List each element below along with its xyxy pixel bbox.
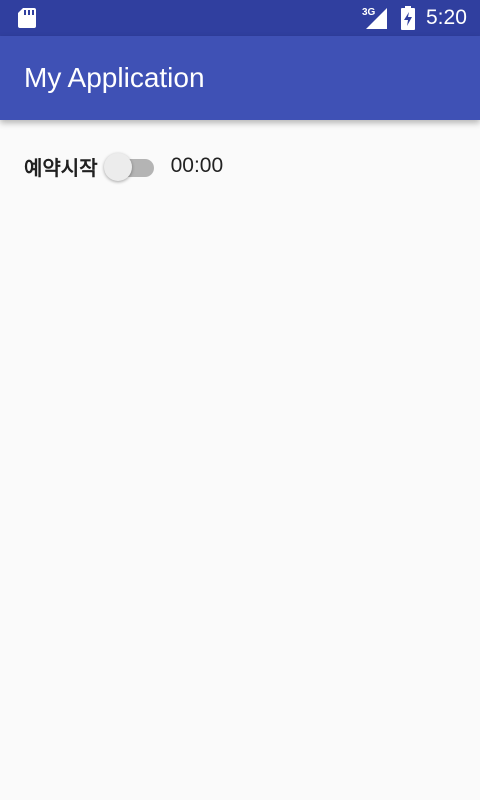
network-type-label: 3G	[362, 7, 376, 18]
reservation-start-switch[interactable]	[103, 150, 156, 182]
signal-icon: 3G	[362, 7, 387, 29]
status-bar-clock: 5:20	[426, 6, 467, 29]
reservation-row: 예약시작 00:00	[24, 150, 223, 182]
switch-thumb[interactable]	[103, 153, 132, 181]
sd-card-icon	[18, 8, 36, 28]
reservation-switch-label: 예약시작	[24, 155, 98, 180]
app-bar: My Application	[0, 36, 480, 120]
app-title: My Application	[24, 62, 205, 93]
status-bar: 3G 5:20	[0, 0, 480, 36]
battery-charging-icon	[401, 6, 415, 30]
reservation-time-text[interactable]: 00:00	[171, 154, 224, 178]
